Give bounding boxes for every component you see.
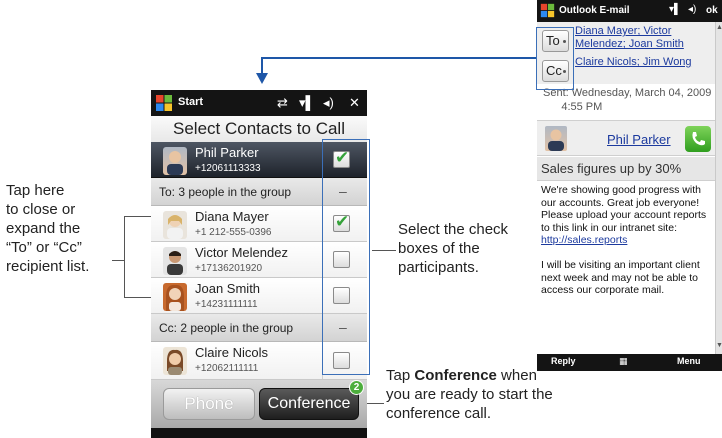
avatar: [163, 211, 187, 239]
windows-logo-icon[interactable]: [155, 94, 173, 112]
body-text: I will be visiting an important client n…: [541, 259, 700, 296]
signal-icon: ▾▌: [299, 95, 315, 110]
callout-bold: Conference: [414, 367, 497, 384]
person-icon: [548, 129, 564, 151]
conference-button[interactable]: Conference: [259, 388, 359, 420]
person-icon: [167, 349, 183, 375]
person-icon: [167, 151, 183, 175]
contact-name: Victor Melendez: [195, 245, 288, 260]
windows-logo-icon[interactable]: [540, 3, 555, 18]
contact-name: Phil Parker: [195, 145, 259, 160]
status-title: Outlook E-mail: [559, 5, 630, 16]
scrollbar[interactable]: ▲ ▼: [715, 22, 722, 354]
softkey-bar: Reply ▦ Menu: [537, 354, 722, 371]
callout-connector: [112, 260, 124, 261]
callout-checkboxes: Select the check boxes of the participan…: [398, 221, 509, 276]
status-bar: Outlook E-mail ▾▌ ◂) ok: [537, 0, 722, 22]
participant-count-badge: 2: [349, 380, 364, 395]
scroll-down-icon[interactable]: ▼: [716, 342, 722, 349]
sent-timestamp: Sent: Wednesday, March 04, 2009 4:55 PM: [543, 87, 712, 113]
recipient-line: Melendez; Joan Smith: [575, 38, 684, 50]
call-button[interactable]: [685, 126, 711, 152]
scroll-up-icon[interactable]: ▲: [716, 24, 722, 31]
contact-number: +14231111111: [195, 299, 258, 310]
avatar: [163, 247, 187, 275]
keyboard-icon[interactable]: ▦: [619, 356, 628, 367]
volume-icon: ◂): [688, 4, 697, 15]
group-label: Cc: 2 people in the group: [159, 321, 294, 335]
email-body: We're showing good progress with our acc…: [541, 184, 713, 297]
arrow-down-icon: [256, 73, 268, 84]
contact-number: +12061113333: [195, 163, 261, 174]
callout-bracket: [124, 216, 125, 298]
contact-name: Diana Mayer: [195, 209, 269, 224]
body-link[interactable]: http://sales.reports: [541, 234, 627, 246]
callout-connector: [372, 250, 396, 251]
checkbox-highlight-box: [322, 139, 370, 375]
contact-number: +12062111111: [195, 363, 259, 374]
avatar: [163, 347, 187, 375]
to-recipients-link[interactable]: Diana Mayer; Victor Melendez; Joan Smith: [575, 25, 715, 51]
person-icon: [166, 284, 184, 311]
close-icon[interactable]: ✕: [349, 95, 360, 111]
phone-button[interactable]: Phone: [163, 388, 255, 420]
volume-icon: ◂): [323, 95, 334, 110]
body-text: We're showing good progress with our acc…: [541, 184, 707, 234]
phone-icon: [692, 132, 705, 146]
callout-text: Tap: [386, 367, 415, 384]
reply-softkey[interactable]: Reply: [551, 356, 576, 366]
menu-softkey[interactable]: Menu: [677, 356, 701, 366]
avatar: [545, 126, 567, 151]
callout-conference: Tap Conference when you are ready to sta…: [386, 366, 616, 423]
callout-connector: [364, 403, 384, 404]
person-icon: [167, 215, 183, 239]
contact-name: Claire Nicols: [195, 345, 268, 360]
sender-row: Phil Parker: [537, 120, 722, 156]
email-subject: Sales figures up by 30%: [537, 157, 722, 181]
contact-name: Joan Smith: [195, 281, 261, 296]
avatar: [163, 147, 187, 175]
ok-button[interactable]: ok: [706, 5, 718, 16]
arrow-connector-horizontal: [262, 57, 536, 59]
callout-bracket-bottom: [124, 297, 151, 298]
status-title: Start: [178, 96, 204, 108]
contact-number: +17136201920: [195, 263, 263, 274]
contact-number: +1 212-555-0396: [195, 227, 272, 238]
status-bar: Start ⇄ ▾▌ ◂) ✕: [151, 90, 367, 116]
to-cc-highlight-box: [536, 27, 574, 90]
connectivity-icon: ⇄: [277, 95, 288, 110]
recipient-line: Diana Mayer; Victor: [575, 25, 672, 37]
signal-icon: ▾▌: [669, 4, 682, 15]
sender-name[interactable]: Phil Parker: [607, 132, 671, 147]
cc-recipients-link[interactable]: Claire Nicols; Jim Wong: [575, 56, 715, 69]
group-label: To: 3 people in the group: [159, 185, 292, 199]
person-icon: [167, 251, 183, 275]
action-bar: Phone Conference 2: [151, 380, 367, 428]
avatar: [163, 283, 187, 311]
callout-bracket-top: [124, 216, 151, 217]
callout-group-toggle: Tap here to close or expand the “To” or …: [6, 182, 90, 275]
footer-bar: [151, 428, 367, 438]
